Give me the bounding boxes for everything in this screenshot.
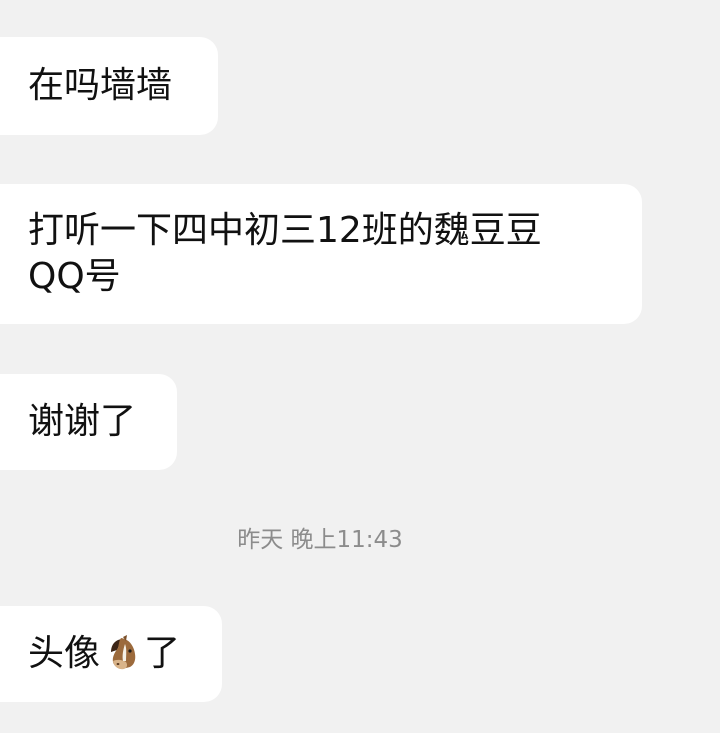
message-text-after: 了 bbox=[144, 633, 181, 674]
message-text: 打听一下四中初三12班的魏豆豆 QQ号 bbox=[28, 210, 542, 297]
message-text: 谢谢了 bbox=[28, 401, 137, 442]
message-bubble[interactable]: 打听一下四中初三12班的魏豆豆 QQ号 bbox=[0, 184, 642, 324]
message-bubble[interactable]: 谢谢了 bbox=[0, 374, 177, 470]
message-bubble[interactable]: 在吗墙墙 bbox=[0, 37, 218, 135]
chat-conversation: 在吗墙墙 打听一下四中初三12班的魏豆豆 QQ号 谢谢了 昨天 晚上11:43 … bbox=[0, 0, 720, 733]
message-bubble[interactable]: 头像 了 bbox=[0, 606, 222, 702]
message-text: 在吗墙墙 bbox=[28, 65, 173, 106]
message-text: 头像 了 bbox=[28, 632, 180, 676]
message-timestamp: 昨天 晚上11:43 bbox=[237, 527, 403, 553]
message-text-before: 头像 bbox=[28, 633, 101, 674]
horse-icon bbox=[102, 634, 142, 674]
